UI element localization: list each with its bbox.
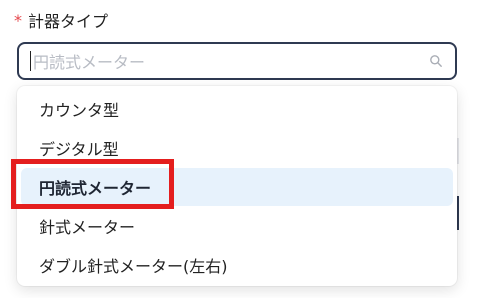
dropdown-option-needle-meter[interactable]: 針式メーター	[21, 207, 453, 245]
dropdown-option-label: ダブル針式メーター(左右)	[39, 257, 228, 276]
field-label-text: 計器タイプ	[28, 12, 109, 31]
instrument-type-select-input[interactable]: 円読式メーター	[17, 42, 457, 80]
dropdown-option-label: 針式メーター	[39, 218, 136, 237]
dropdown-option-digital[interactable]: デジタル型	[21, 129, 453, 167]
search-icon[interactable]	[429, 54, 443, 68]
search-input-placeholder[interactable]: 円読式メーター	[33, 49, 429, 73]
dropdown-option-label: 円読式メーター	[39, 179, 152, 198]
search-icon-glyph	[430, 55, 442, 67]
form-container: * 計器タイプ 円読式メーター カウンタ型 デジタル型 円読式メーター 針式メー…	[0, 0, 477, 298]
dropdown-option-counter[interactable]: カウンタ型	[21, 90, 453, 128]
dropdown-menu: カウンタ型 デジタル型 円読式メーター 針式メーター ダブル針式メーター(左右)	[17, 86, 457, 286]
dropdown-option-label: デジタル型	[39, 140, 119, 159]
required-mark: *	[14, 10, 22, 30]
text-caret	[30, 51, 31, 71]
dropdown-option-double-needle-meter[interactable]: ダブル針式メーター(左右)	[21, 246, 453, 284]
dropdown-option-label: カウンタ型	[39, 101, 120, 120]
field-label: * 計器タイプ	[14, 8, 108, 32]
dropdown-option-circular-meter[interactable]: 円読式メーター	[21, 168, 453, 206]
